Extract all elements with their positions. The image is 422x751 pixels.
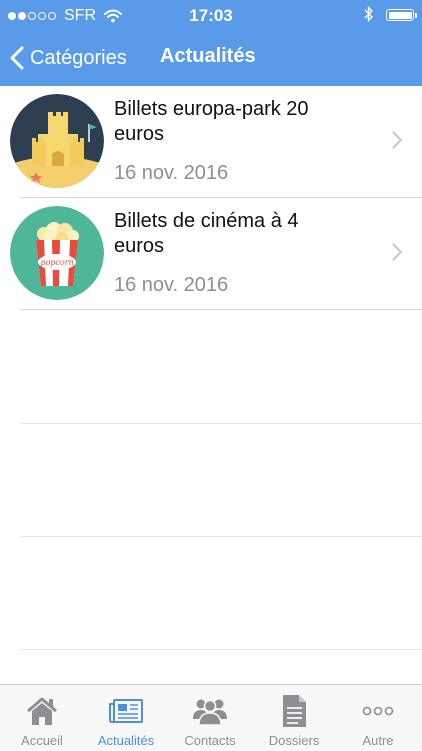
tab-contacts[interactable]: Contacts: [168, 685, 252, 751]
empty-row-divider: [20, 649, 422, 650]
item-title: Billets europa-park 20 euros: [114, 98, 309, 145]
news-icon: [109, 699, 143, 723]
empty-row-divider: [20, 536, 422, 537]
item-title: Billets de cinéma à 4 euros: [114, 210, 299, 257]
tab-label: Contacts: [184, 733, 236, 748]
bluetooth-icon: [364, 6, 373, 22]
tab-actualites[interactable]: Actualités: [84, 685, 168, 751]
tab-bar: Accueil Actualités Contacts Dossiers Aut…: [0, 684, 422, 750]
popcorn-label: popcorn: [40, 258, 73, 267]
contacts-icon: [193, 699, 227, 726]
news-list: Billets europa-park 20 euros 16 nov. 201…: [0, 86, 422, 310]
item-date: 16 nov. 2016: [114, 162, 229, 184]
tab-autre[interactable]: Autre: [336, 685, 420, 751]
tab-label: Autre: [362, 733, 394, 748]
page-title: Actualités: [160, 45, 256, 67]
list-item[interactable]: popcorn Billets de cinéma à 4 euros 16 n…: [0, 198, 422, 310]
chevron-right-icon: [392, 243, 402, 261]
status-bar: SFR 17:03: [0, 0, 422, 30]
back-button-label: Catégories: [30, 46, 127, 69]
tab-label: Dossiers: [268, 733, 320, 748]
chevron-right-icon: [392, 131, 402, 149]
chevron-left-icon: [10, 46, 24, 70]
tab-dossiers[interactable]: Dossiers: [252, 685, 336, 751]
status-time: 17:03: [189, 6, 233, 25]
list-item[interactable]: Billets europa-park 20 euros 16 nov. 201…: [0, 86, 422, 198]
sandcastle-icon: [10, 94, 104, 188]
battery-icon: [386, 9, 417, 21]
nav-bar: Catégories Actualités: [0, 36, 422, 80]
tab-accueil[interactable]: Accueil: [0, 685, 84, 751]
tab-label: Accueil: [21, 733, 63, 748]
navigation-header: SFR 17:03 Catégories Actualités: [0, 0, 422, 86]
item-date: 16 nov. 2016: [114, 274, 229, 296]
document-icon: [283, 695, 306, 727]
empty-row-divider: [20, 423, 422, 424]
popcorn-icon: popcorn: [10, 206, 104, 300]
back-button[interactable]: Catégories: [10, 42, 127, 74]
more-icon: [362, 706, 394, 716]
tab-label: Actualités: [97, 733, 155, 748]
home-icon: [27, 697, 57, 725]
